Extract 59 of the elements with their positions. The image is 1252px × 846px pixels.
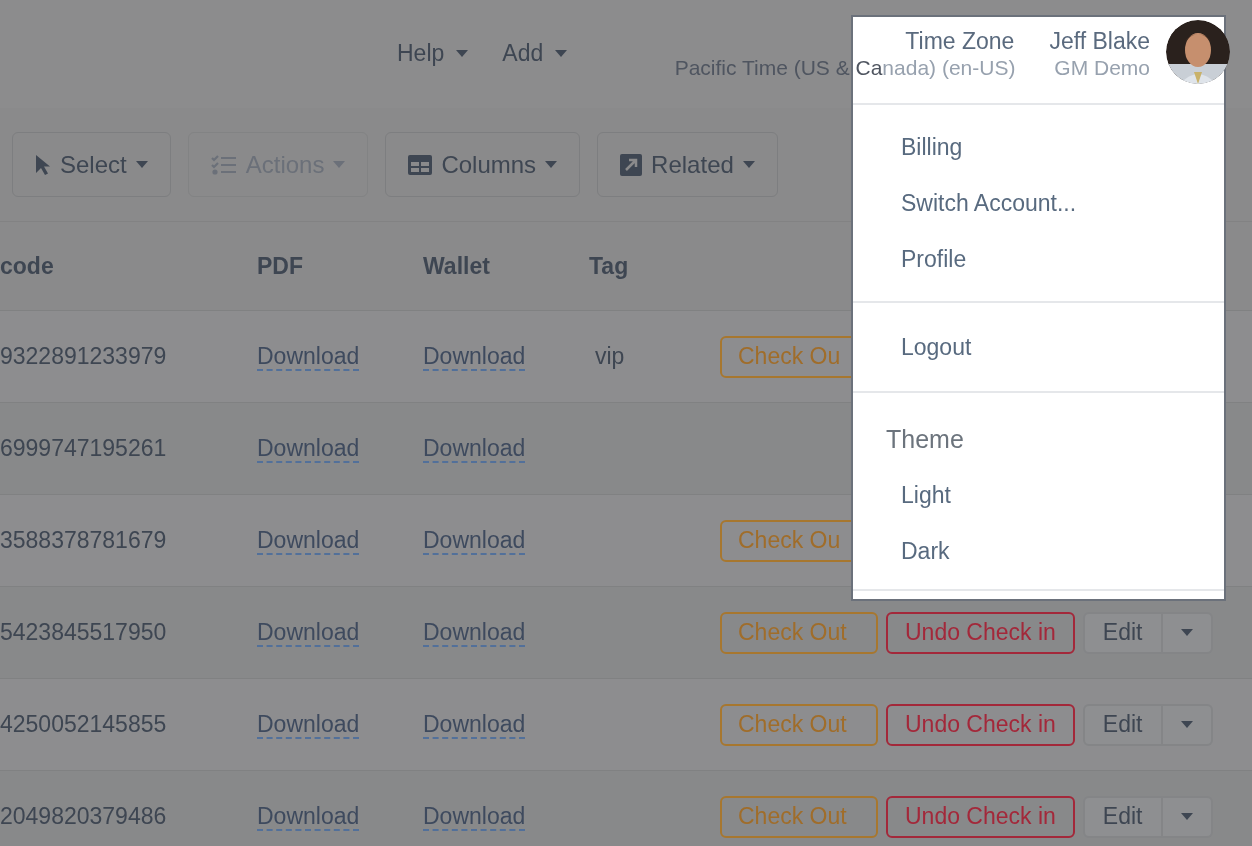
table-cell-text: 6999747195261 [0,434,168,464]
nav-menu-button[interactable]: Help [397,36,469,71]
toolbar-button[interactable]: Columns [385,132,581,197]
caret-icon [742,161,755,168]
table-cell-text: 5423845517950 [0,618,168,648]
download-link[interactable]: Download [423,711,526,740]
arrow-square-icon [620,153,643,176]
dropdown-toggle[interactable] [1162,703,1213,746]
pointer-icon [35,153,51,176]
download-link[interactable]: Download [257,619,360,648]
edit-button[interactable]: Edit [1082,611,1163,654]
toolbar-button[interactable]: Related [597,132,778,197]
table-cell-text: 2049820379486 [0,802,168,832]
menu-item[interactable]: Billing [853,119,1224,175]
download-link[interactable]: Download [257,343,360,372]
download-link[interactable]: Download [257,435,360,464]
table-cell-text: 4250052145855 [0,710,168,740]
undo-check-in-button[interactable]: Undo Check in [886,703,1075,746]
download-link[interactable]: Download [423,619,526,648]
table-icon [408,154,433,175]
download-link[interactable]: Download [257,527,360,556]
caret-icon [135,161,148,168]
nav-menu-button[interactable]: Add [502,36,568,71]
user-name: Jeff Blake [1049,27,1150,55]
caret-icon [333,161,346,168]
undo-check-in-button[interactable]: Undo Check in [886,611,1075,654]
menu-item[interactable]: Switch Account... [853,175,1224,231]
column-header: code [0,251,55,281]
download-link[interactable]: Download [423,343,526,372]
menu-item[interactable]: Profile [853,231,1224,287]
caret-icon [1180,721,1193,728]
caret-icon [555,49,568,57]
caret-icon [1180,813,1193,820]
table-cell-text: 3588378781679 [0,526,168,556]
download-link[interactable]: Download [257,711,360,740]
caret-icon [456,49,469,57]
edit-button[interactable]: Edit [1082,795,1163,838]
download-link[interactable]: Download [423,527,526,556]
edit-button[interactable]: Edit [1082,703,1163,746]
account-name: GM Demo [1054,55,1150,81]
download-link[interactable]: Download [257,803,360,832]
time-zone-label: Time Zone [905,27,1016,55]
tag-text: vip [594,343,625,370]
caret-icon [1180,629,1193,636]
download-link[interactable]: Download [423,435,526,464]
menu-heading: Theme [885,424,965,455]
column-header: Wallet [423,251,491,281]
undo-check-in-button[interactable]: Undo Check in [886,795,1075,838]
checklist-icon [210,153,237,176]
column-header: Tag [589,251,630,281]
table-cell-text: 9322891233979 [0,342,168,372]
dropdown-toggle[interactable] [1162,611,1213,654]
column-header: PDF [257,251,304,281]
dropdown-toggle[interactable] [1162,795,1213,838]
toolbar-button[interactable]: Select [12,132,171,197]
download-link[interactable]: Download [423,803,526,832]
time-zone-text: nada) (en-US) [882,55,1016,81]
caret-icon [545,161,558,168]
time-zone-text: Pacific Time (US & Ca [674,55,883,81]
